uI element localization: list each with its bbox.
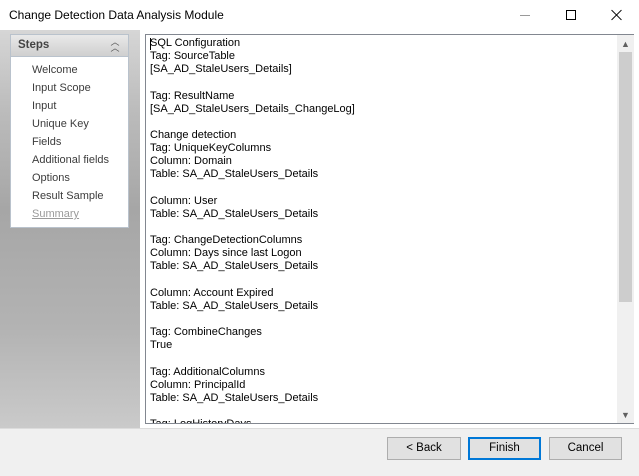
vertical-scrollbar[interactable]: ▲ ▼	[617, 35, 634, 423]
minimize-button[interactable]	[502, 0, 548, 30]
scroll-down-arrow-icon[interactable]: ▼	[617, 406, 634, 423]
step-welcome[interactable]: Welcome	[32, 64, 78, 76]
step-input-scope[interactable]: Input Scope	[32, 82, 91, 94]
maximize-icon	[566, 10, 576, 20]
summary-blank-line	[150, 352, 613, 365]
finish-button[interactable]: Finish	[468, 437, 541, 460]
step-unique-key[interactable]: Unique Key	[32, 118, 89, 130]
summary-line: Tag: CombineChanges	[150, 326, 262, 339]
summary-blank-line	[150, 313, 613, 326]
window-title: Change Detection Data Analysis Module	[9, 8, 224, 22]
close-icon	[611, 9, 623, 21]
summary-line: Change detection	[150, 128, 237, 141]
summary-line: Table: SA_AD_StaleUsers_Details	[150, 260, 319, 273]
summary-line: [SA_AD_StaleUsers_Details]	[150, 63, 292, 76]
summary-line: Table: SA_AD_StaleUsers_Details	[150, 207, 319, 220]
steps-panel: Steps ︿ ︿ Welcome Input Scope Input Uniqu…	[10, 34, 129, 228]
text-caret	[150, 38, 151, 50]
summary-line: Table: SA_AD_StaleUsers_Details	[150, 391, 319, 404]
summary-blank-line	[150, 116, 613, 129]
summary-blank-line	[150, 182, 613, 195]
summary-line: True	[150, 339, 173, 352]
button-bar	[0, 428, 639, 476]
summary-line: Tag: AdditionalColumns	[150, 365, 265, 378]
cancel-button[interactable]: Cancel	[549, 437, 622, 460]
scroll-up-arrow-icon[interactable]: ▲	[617, 35, 634, 52]
summary-line: Tag: ResultName	[150, 89, 235, 102]
maximize-button[interactable]	[548, 0, 594, 30]
summary-line: Column: Domain	[150, 155, 232, 168]
summary-blank-line	[150, 76, 613, 89]
summary-line: [SA_AD_StaleUsers_Details_ChangeLog]	[150, 102, 355, 115]
step-input[interactable]: Input	[32, 100, 56, 112]
summary-blank-line	[150, 274, 613, 287]
summary-blank-line	[150, 221, 613, 234]
scrollbar-thumb[interactable]	[619, 52, 632, 302]
summary-line: SQL Configuration	[150, 37, 241, 49]
summary-line: Tag: ChangeDetectionColumns	[150, 234, 303, 247]
chevron-up-double-icon[interactable]: ︿ ︿	[109, 38, 121, 53]
close-button[interactable]	[594, 0, 639, 30]
step-fields[interactable]: Fields	[32, 136, 61, 148]
summary-text-area[interactable]: SQL Configuration Tag: SourceTable [SA_AD_…	[145, 34, 634, 424]
steps-header[interactable]: Steps ︿ ︿	[11, 35, 128, 57]
minimize-icon	[520, 14, 530, 16]
summary-line: Tag: LogHistoryDays	[150, 418, 613, 423]
summary-line: Column: PrincipalId	[150, 378, 246, 391]
summary-blank-line	[150, 405, 613, 418]
step-result-sample[interactable]: Result Sample	[32, 190, 104, 202]
summary-line: Column: User	[150, 194, 218, 207]
summary-line: Tag: SourceTable	[150, 50, 235, 63]
summary-line: Table: SA_AD_StaleUsers_Details	[150, 168, 319, 181]
step-summary: Summary	[32, 208, 80, 220]
step-additional-fields[interactable]: Additional fields	[32, 154, 109, 166]
summary-line: Column: Days since last Logon	[150, 247, 302, 260]
back-button[interactable]: < Back	[387, 437, 461, 460]
summary-line: Column: Account Expired	[150, 286, 274, 299]
summary-line: Table: SA_AD_StaleUsers_Details	[150, 299, 319, 312]
step-options[interactable]: Options	[32, 172, 70, 184]
title-bar: Change Detection Data Analysis Module	[0, 0, 639, 30]
summary-line: Tag: UniqueKeyColumns	[150, 142, 272, 155]
summary-text-content[interactable]: SQL Configuration Tag: SourceTable [SA_AD_…	[146, 35, 617, 423]
steps-title: Steps	[18, 39, 50, 51]
